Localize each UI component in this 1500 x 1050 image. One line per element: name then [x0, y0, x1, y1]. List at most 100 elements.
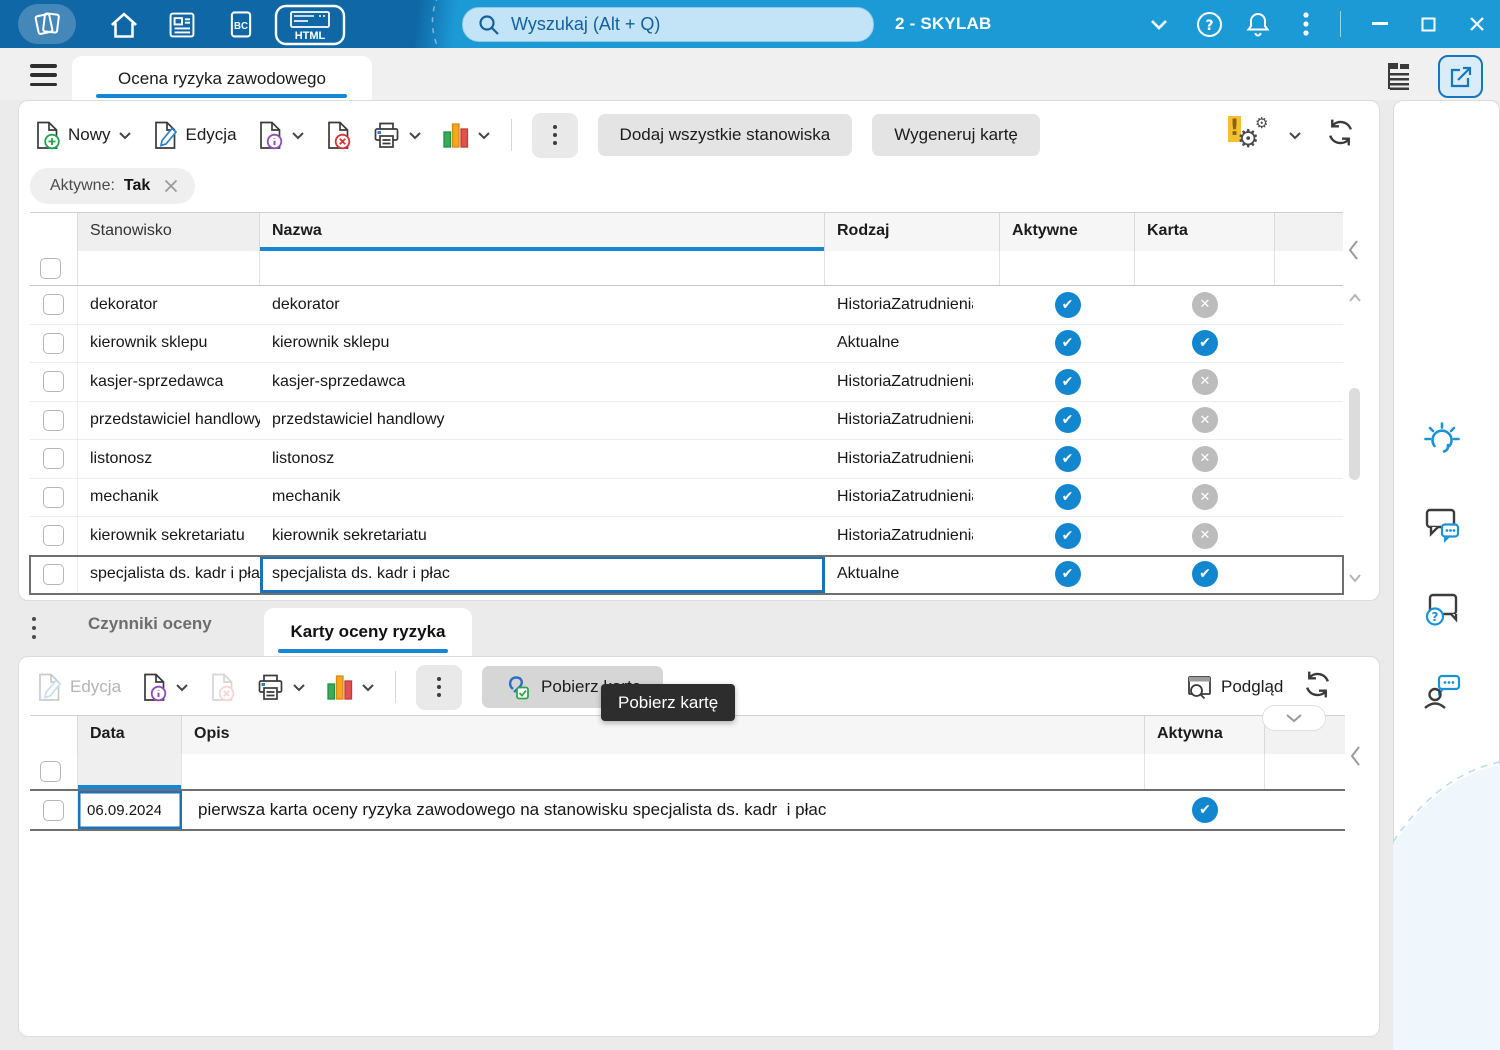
select-all-checkbox[interactable] [40, 257, 61, 279]
tips-lightbulb-icon[interactable] [1419, 418, 1465, 464]
filter-cell[interactable] [1135, 251, 1275, 285]
card-row-selected[interactable]: 06.09.2024 pierwsza karta oceny ryzyka z… [30, 789, 1345, 831]
app-logo[interactable] [18, 4, 76, 44]
validation-settings-icon[interactable]: ! ⚙ ⚙ [1228, 114, 1274, 154]
scroll-down-arrow[interactable] [1348, 570, 1362, 588]
chevron-down-icon[interactable] [1288, 131, 1302, 140]
preview-button[interactable]: Podgląd [1186, 673, 1283, 702]
generate-card-button[interactable]: Wygeneruj kartę [872, 114, 1040, 156]
chat-feedback-icon[interactable] [1419, 503, 1465, 549]
select-all-checkbox[interactable] [40, 761, 61, 782]
refresh-button[interactable] [1324, 116, 1357, 154]
filter-cell[interactable] [78, 251, 260, 285]
edit-card-button-disabled[interactable]: Edycja [36, 673, 121, 702]
filter-chip-aktywne[interactable]: Aktywne: Tak [30, 168, 196, 204]
chart-button[interactable] [326, 674, 375, 701]
more-actions-button[interactable] [416, 664, 463, 710]
edit-button[interactable]: Edycja [152, 121, 237, 150]
row-checkbox[interactable] [43, 525, 64, 547]
chart-button[interactable] [442, 122, 491, 149]
filter-cell[interactable] [1000, 251, 1135, 285]
row-checkbox[interactable] [43, 563, 64, 585]
column-header-stanowisko[interactable]: Stanowisko [78, 213, 260, 251]
scrollbar-thumb[interactable] [1349, 388, 1360, 480]
window-layout-icon[interactable] [1384, 60, 1416, 92]
column-header-karta[interactable]: Karta [1135, 213, 1275, 251]
company-chevron-down-icon[interactable] [1146, 0, 1172, 48]
row-checkbox[interactable] [43, 371, 64, 393]
chevron-down-icon[interactable] [291, 131, 305, 140]
chevron-down-icon[interactable] [175, 683, 189, 692]
row-checkbox[interactable] [43, 294, 64, 316]
bottom-tabs-kebab-icon[interactable] [32, 617, 36, 639]
minimize-button[interactable] [1362, 0, 1398, 48]
notifications-bell-icon[interactable] [1243, 0, 1273, 48]
filter-cell[interactable] [260, 251, 825, 285]
table-row[interactable]: kierownik sekretariatu kierownik sekreta… [30, 517, 1343, 556]
active-status-icon [1054, 522, 1081, 549]
chevron-down-icon[interactable] [118, 131, 132, 140]
column-header-rodzaj[interactable]: Rodzaj [825, 213, 1000, 251]
tab-czynniki-oceny[interactable]: Czynniki oceny [88, 614, 212, 634]
row-checkbox[interactable] [43, 486, 64, 508]
focused-cell[interactable]: specjalista ds. kadr i płac [260, 556, 825, 594]
printer-icon [258, 674, 283, 700]
table-row[interactable]: listonosz listonosz HistoriaZatrudnienia [30, 440, 1343, 479]
print-button[interactable] [256, 673, 306, 702]
document-info-button[interactable] [141, 673, 189, 702]
delete-document-button-disabled[interactable] [209, 673, 236, 702]
remove-filter-icon[interactable] [163, 178, 179, 194]
delete-document-icon [327, 121, 350, 149]
table-row[interactable]: kasjer-sprzedawca kasjer-sprzedawca Hist… [30, 363, 1343, 402]
help-chat-icon[interactable]: ? [1419, 588, 1465, 634]
table-row[interactable]: mechanik mechanik HistoriaZatrudnienia [30, 478, 1343, 517]
row-checkbox[interactable] [43, 409, 64, 431]
print-button[interactable] [372, 121, 422, 150]
company-selector[interactable]: 2 - SKYLAB [895, 0, 991, 48]
refresh-button[interactable] [1301, 668, 1334, 706]
home-icon[interactable] [104, 8, 144, 42]
contact-person-chat-icon[interactable] [1419, 668, 1465, 714]
filter-cell[interactable] [78, 754, 182, 789]
filter-cell[interactable] [825, 251, 1000, 285]
toolbar-divider [395, 671, 397, 703]
table-row-selected[interactable]: specjalista ds. kadr i płac specjalista … [29, 554, 1344, 595]
more-actions-button[interactable] [531, 112, 578, 158]
row-checkbox[interactable] [43, 799, 64, 821]
column-header-data[interactable]: Data [78, 716, 182, 754]
bc-document-icon[interactable]: BC [222, 8, 260, 42]
filter-cell[interactable] [1145, 754, 1265, 789]
table-row[interactable]: kierownik sklepu kierownik sklepu Aktual… [30, 324, 1343, 363]
hamburger-menu-icon[interactable] [30, 64, 57, 86]
maximize-button[interactable] [1410, 0, 1446, 48]
news-icon[interactable] [162, 8, 202, 42]
scroll-up-arrow[interactable] [1348, 290, 1362, 308]
close-button[interactable] [1458, 0, 1496, 48]
chevron-down-icon[interactable] [408, 131, 422, 140]
chevron-down-icon[interactable] [477, 131, 491, 140]
column-header-nazwa[interactable]: Nazwa [260, 213, 825, 251]
focused-cell[interactable]: 06.09.2024 [78, 791, 182, 829]
share-export-button[interactable] [1438, 55, 1483, 98]
global-search-input[interactable]: Wyszukaj (Alt + Q) [462, 7, 874, 42]
collapse-columns-chevron[interactable] [1346, 238, 1362, 267]
column-header-opis[interactable]: Opis [182, 716, 1145, 754]
collapse-columns-chevron[interactable] [1348, 744, 1364, 773]
delete-document-button[interactable] [325, 121, 352, 150]
column-header-aktywna[interactable]: Aktywna [1145, 716, 1265, 754]
document-info-button[interactable] [257, 121, 305, 150]
new-button[interactable]: Nowy [34, 121, 132, 150]
html-preview-icon[interactable]: HTML [274, 4, 346, 46]
column-header-aktywne[interactable]: Aktywne [1000, 213, 1135, 251]
table-row[interactable]: przedstawiciel handlowy przedstawiciel h… [30, 401, 1343, 440]
chevron-down-icon[interactable] [361, 683, 375, 692]
table-row[interactable]: dekorator dekorator HistoriaZatrudnienia [30, 286, 1343, 325]
row-checkbox[interactable] [43, 332, 64, 354]
row-checkbox[interactable] [43, 448, 64, 470]
chevron-down-icon[interactable] [292, 683, 306, 692]
collapse-section-button[interactable] [1262, 705, 1326, 731]
titlebar-kebab-menu-icon[interactable] [1292, 0, 1320, 48]
filter-cell[interactable] [182, 754, 1145, 789]
help-icon[interactable]: ? [1194, 0, 1224, 48]
add-all-positions-button[interactable]: Dodaj wszystkie stanowiska [597, 114, 853, 156]
